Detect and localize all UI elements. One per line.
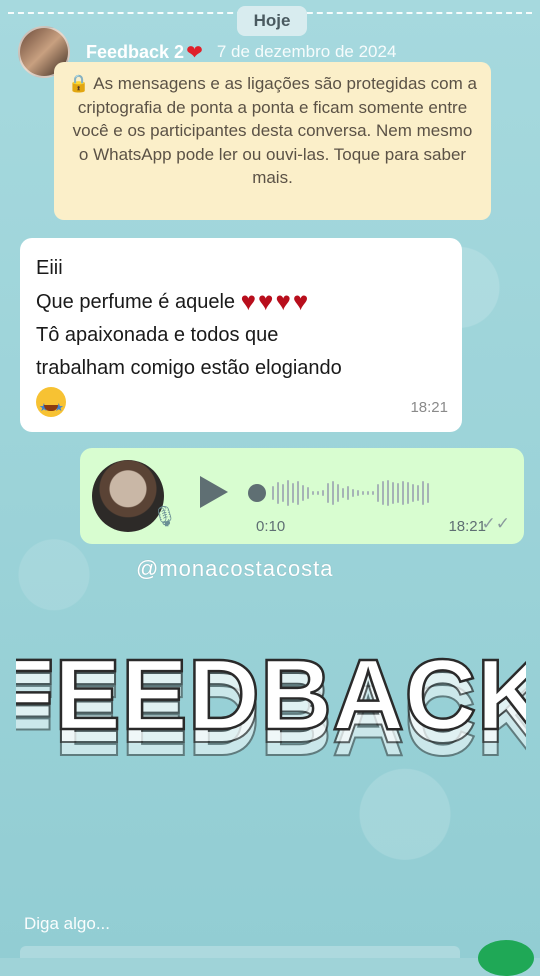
waveform-bar [332, 481, 334, 505]
waveform-bar [422, 481, 424, 505]
heart-icon: ❤ [186, 41, 203, 64]
incoming-message[interactable]: Eiii Que perfume é aquele ♥♥♥♥ Tô apaixo… [20, 238, 462, 432]
star-struck-emoji-icon [36, 386, 66, 425]
waveform-bar [417, 485, 419, 501]
waveform-bar [407, 482, 409, 504]
waveform-bar [337, 484, 339, 502]
waveform-bar [382, 481, 384, 505]
story-username[interactable]: Feedback 2 [86, 42, 184, 63]
waveform-bar [327, 483, 329, 503]
waveform-bar [357, 490, 359, 496]
waveform-bar [342, 488, 344, 498]
waveform-bar [372, 491, 374, 495]
waveform-bar [377, 484, 379, 502]
message-line: trabalham comigo estão elogiando [36, 357, 342, 379]
lock-icon: 🔒 [68, 74, 90, 93]
message-time: 18:21 [410, 399, 448, 416]
waveform-bar [277, 482, 279, 504]
date-separator: Hoje [237, 6, 307, 36]
waveform-bar [297, 481, 299, 505]
waveform-bar [307, 487, 309, 499]
audio-scrubber-handle[interactable] [248, 484, 266, 502]
message-line: Que perfume é aquele ♥♥♥♥ [36, 285, 446, 319]
waveform-bar [317, 491, 319, 495]
waveform-bar [292, 483, 294, 503]
message-time: 18:21 [448, 518, 486, 535]
waveform-bar [402, 481, 404, 505]
play-icon[interactable] [200, 476, 228, 508]
waveform-bar [302, 485, 304, 501]
waveform-bar [362, 491, 364, 495]
message-line [36, 385, 446, 425]
send-button[interactable] [478, 940, 534, 976]
waveform-bar [282, 484, 284, 502]
read-receipt-icon: ✓✓ [481, 514, 511, 533]
audio-waveform[interactable] [272, 478, 498, 508]
waveform-bar [347, 486, 349, 500]
message-line: Tô apaixonada e todos que [36, 324, 279, 346]
waveform-bar [312, 491, 314, 495]
feedback-title-sticker: FEEDBACK FEEDBACK FEEDBACK [16, 638, 526, 778]
hearts-emoji-icon: ♥♥♥♥ [240, 286, 311, 316]
waveform-bar [387, 480, 389, 506]
waveform-bar [392, 482, 394, 504]
username-sticker: @monacostacosta [136, 556, 334, 581]
feedback-title-text: FEEDBACK [16, 639, 526, 751]
waveform-bar [322, 490, 324, 496]
waveform-bar [367, 491, 369, 495]
waveform-bar [287, 480, 289, 506]
encryption-notice[interactable]: 🔒 As mensagens e as ligações são protegid… [54, 62, 491, 220]
waveform-bar [272, 486, 274, 500]
waveform-bar [412, 484, 414, 502]
message-line-text: Que perfume é aquele [36, 291, 236, 313]
waveform-bar [352, 489, 354, 497]
outgoing-voice-message[interactable]: 🎙 0:10 18:21 ✓✓ [80, 448, 524, 544]
microphone-icon: 🎙 [152, 506, 178, 528]
reply-bar[interactable] [20, 946, 460, 958]
audio-duration: 0:10 [256, 518, 286, 535]
reply-input[interactable]: Diga algo... [24, 914, 110, 934]
message-line: Eiii [36, 257, 63, 279]
waveform-bar [397, 483, 399, 503]
waveform-bar [427, 483, 429, 503]
encryption-notice-text: As mensagens e as ligações são protegida… [72, 74, 477, 187]
story-date: 7 de dezembro de 2024 [216, 42, 397, 61]
